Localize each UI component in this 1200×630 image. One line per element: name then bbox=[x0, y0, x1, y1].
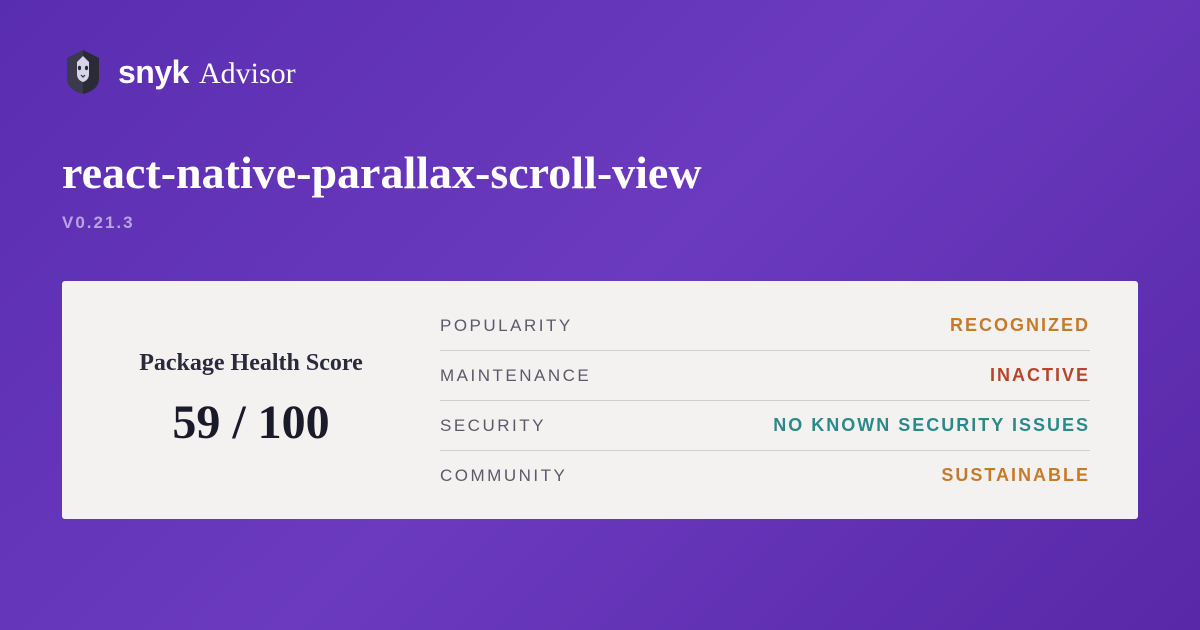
metric-label: SECURITY bbox=[440, 416, 546, 436]
health-card: Package Health Score 59 / 100 POPULARITY… bbox=[62, 281, 1138, 519]
score-value: 59 / 100 bbox=[172, 395, 329, 450]
metric-value: NO KNOWN SECURITY ISSUES bbox=[773, 415, 1090, 436]
snyk-logo-icon bbox=[62, 48, 104, 96]
metric-value: RECOGNIZED bbox=[950, 315, 1090, 336]
brand-header: snyk Advisor bbox=[62, 48, 1138, 96]
metric-row-popularity: POPULARITY RECOGNIZED bbox=[440, 301, 1090, 351]
metric-label: COMMUNITY bbox=[440, 466, 567, 486]
brand-name: snyk bbox=[118, 54, 189, 91]
metric-row-community: COMMUNITY SUSTAINABLE bbox=[440, 451, 1090, 500]
package-version: V0.21.3 bbox=[62, 213, 1138, 233]
metrics-list: POPULARITY RECOGNIZED MAINTENANCE INACTI… bbox=[440, 301, 1138, 499]
metric-row-security: SECURITY NO KNOWN SECURITY ISSUES bbox=[440, 401, 1090, 451]
metric-label: POPULARITY bbox=[440, 316, 573, 336]
metric-label: MAINTENANCE bbox=[440, 366, 591, 386]
score-section: Package Health Score 59 / 100 bbox=[62, 301, 440, 499]
metric-value: SUSTAINABLE bbox=[941, 465, 1090, 486]
brand-subtitle: Advisor bbox=[199, 57, 296, 91]
metric-value: INACTIVE bbox=[990, 365, 1090, 386]
metric-row-maintenance: MAINTENANCE INACTIVE bbox=[440, 351, 1090, 401]
score-label: Package Health Score bbox=[139, 350, 363, 377]
package-name: react-native-parallax-scroll-view bbox=[62, 146, 1138, 199]
